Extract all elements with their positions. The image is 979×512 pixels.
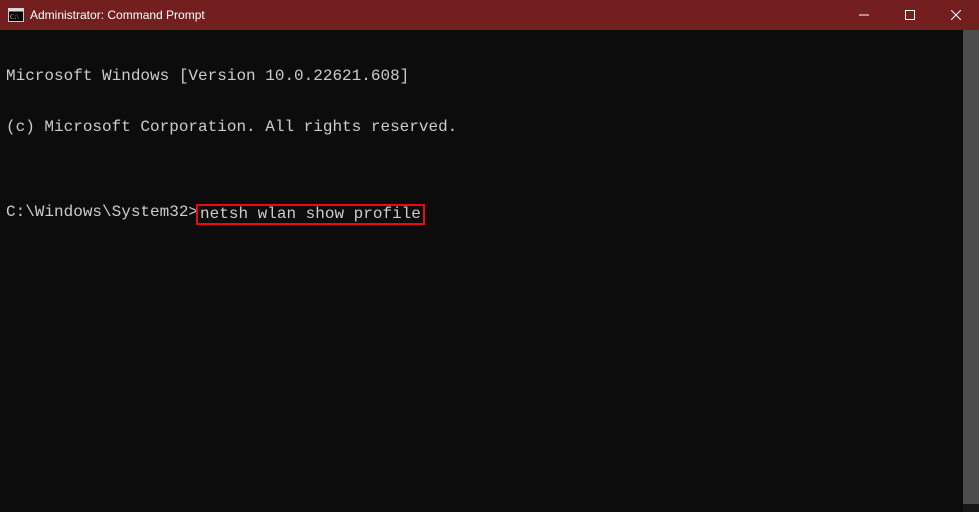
window-title: Administrator: Command Prompt bbox=[30, 8, 841, 22]
prompt-path: C:\Windows\System32> bbox=[6, 204, 198, 221]
cmd-icon: C:\ bbox=[8, 7, 24, 23]
command-prompt-window: C:\ Administrator: Command Prompt Micros… bbox=[0, 0, 979, 512]
version-line: Microsoft Windows [Version 10.0.22621.60… bbox=[6, 68, 973, 85]
maximize-button[interactable] bbox=[887, 0, 933, 30]
copyright-line: (c) Microsoft Corporation. All rights re… bbox=[6, 119, 973, 136]
close-button[interactable] bbox=[933, 0, 979, 30]
svg-text:C:\: C:\ bbox=[10, 13, 19, 21]
window-controls bbox=[841, 0, 979, 30]
typed-command: netsh wlan show profile bbox=[200, 205, 421, 223]
titlebar[interactable]: C:\ Administrator: Command Prompt bbox=[0, 0, 979, 30]
minimize-button[interactable] bbox=[841, 0, 887, 30]
prompt-line: C:\Windows\System32>netsh wlan show prof… bbox=[6, 204, 973, 225]
terminal-output[interactable]: Microsoft Windows [Version 10.0.22621.60… bbox=[0, 30, 979, 512]
scrollbar-thumb[interactable] bbox=[963, 30, 979, 504]
command-highlight: netsh wlan show profile bbox=[196, 204, 425, 225]
